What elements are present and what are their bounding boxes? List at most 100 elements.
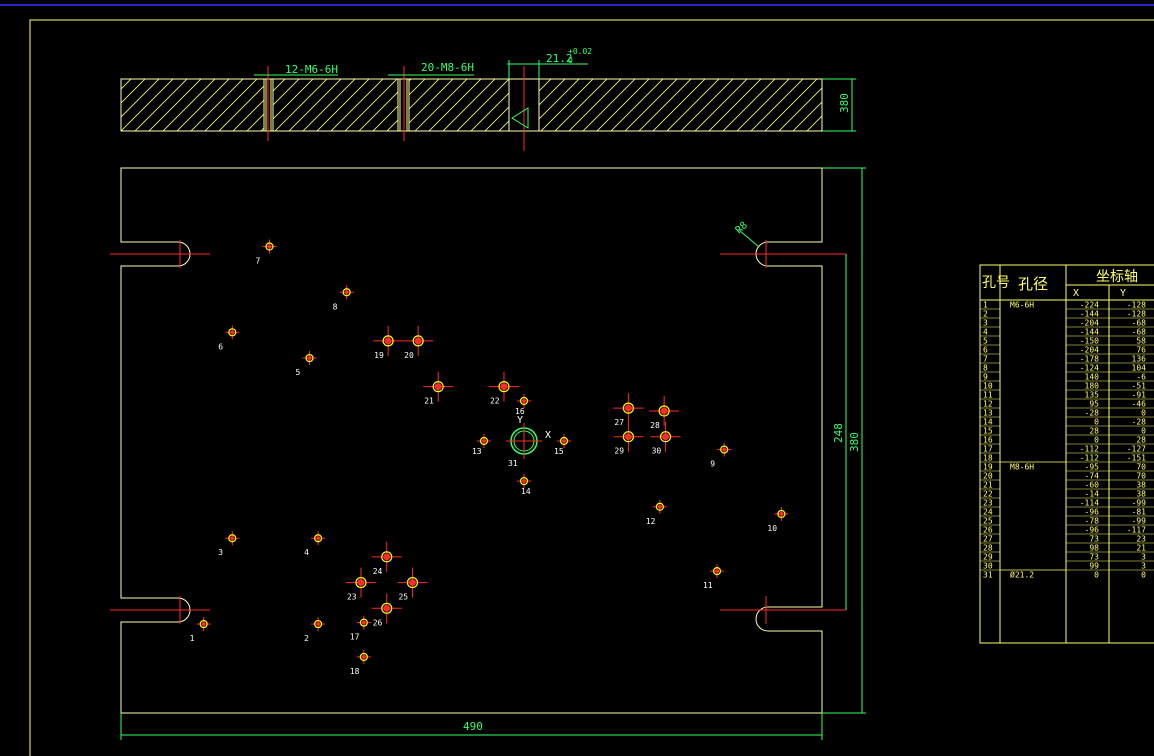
hole-label-13: 13 [472, 447, 482, 456]
table-cell-y: -6 [1136, 373, 1146, 382]
section-hatch [120, 78, 823, 132]
cad-drawing: 12-M6-6H 20-M8-6H 21.2 +0.02 0 380 R8 3 8… [0, 4, 1154, 756]
hole-label-31: 31 [508, 459, 518, 468]
hole-7-center [267, 244, 272, 249]
hole-27-center [624, 404, 632, 412]
table-cell-no: 4 [983, 328, 988, 337]
table-cell-x: 95 [1089, 400, 1099, 409]
hole-label-7: 7 [255, 257, 260, 266]
hole-label-25: 25 [398, 593, 408, 602]
section-view: 12-M6-6H 20-M8-6H 21.2 +0.02 0 380 [120, 47, 856, 151]
table-header-x: X [1073, 288, 1079, 299]
table-cell-y: -151 [1127, 454, 1146, 463]
table-cell-y: -68 [1132, 319, 1147, 328]
table-cell-y: -117 [1127, 526, 1146, 535]
hole-label-3: 3 [218, 548, 223, 557]
table-cell-no: 25 [983, 517, 993, 526]
table-cell-x: -112 [1080, 454, 1099, 463]
hole-label-21: 21 [424, 397, 434, 406]
hole-label-14: 14 [521, 487, 531, 496]
thread-label-1: 12-M6-6H [285, 63, 338, 76]
hole-22: 22 [488, 371, 519, 406]
hole-17-center [361, 620, 366, 625]
hole-19-center [384, 337, 392, 345]
hole-4-center [316, 536, 321, 541]
table-cell-no: 10 [983, 382, 993, 391]
table-cell-y: 70 [1136, 463, 1146, 472]
table-cell-no: 23 [983, 499, 993, 508]
hole-5: 5 [296, 351, 317, 377]
table-cell-x: -204 [1080, 346, 1099, 355]
table-cell-x: 180 [1085, 382, 1100, 391]
table-cell-no: 11 [983, 391, 993, 400]
table-cell-x: -144 [1080, 310, 1099, 319]
table-cell-x: 0 [1094, 436, 1099, 445]
hole-30-center [662, 433, 670, 441]
table-cell-y: 23 [1136, 535, 1146, 544]
hole-20-center [414, 337, 422, 345]
hole-label-4: 4 [304, 548, 309, 557]
table-cell-no: 5 [983, 337, 988, 346]
table-cell-no: 9 [983, 373, 988, 382]
table-cell-x: -224 [1080, 301, 1099, 310]
table-cell-no: 8 [983, 364, 988, 373]
table-cell-y: -91 [1132, 391, 1147, 400]
hole-label-15: 15 [554, 447, 564, 456]
table-cell-no: 3 [983, 319, 988, 328]
hole-label-24: 24 [373, 567, 383, 576]
thread-label-2: 20-M8-6H [421, 61, 474, 74]
table-cell-x: -28 [1085, 409, 1100, 418]
hole-label-1: 1 [190, 634, 195, 643]
table-cell-x: -204 [1080, 319, 1099, 328]
hole-label-29: 29 [614, 447, 624, 456]
table-cell-no: 20 [983, 472, 993, 481]
hole-label-11: 11 [703, 581, 713, 590]
table-cell-x: 135 [1085, 391, 1100, 400]
table-cell-no: 29 [983, 553, 993, 562]
table-cell-x: 98 [1089, 544, 1099, 553]
table-cell-x: -78 [1085, 517, 1100, 526]
axis-y-label: Y [517, 415, 523, 426]
table-cell-no: 6 [983, 346, 988, 355]
hole-16: 16 [515, 393, 531, 416]
table-cell-y: -81 [1132, 508, 1147, 517]
hole-25-center [408, 579, 416, 587]
table-cell-x: -144 [1080, 328, 1099, 337]
table-group-label: M6-6H [1010, 301, 1034, 310]
table-header-coord: 坐标轴 [1096, 269, 1138, 285]
table-cell-x: -96 [1085, 526, 1100, 535]
hole-5-center [307, 356, 312, 361]
hole-28-center [660, 407, 668, 415]
table-cell-y: 104 [1132, 364, 1147, 373]
hole-3-center [230, 536, 235, 541]
bore-tolerance-low: 0 [568, 56, 573, 65]
table-cell-no: 19 [983, 463, 993, 472]
hole-layer: 1 23 45678910111213141516171819 2021 2223242… [190, 239, 789, 676]
table-cell-x: -96 [1085, 508, 1100, 517]
hole-22-center [500, 383, 508, 391]
width-dim-label: 490 [463, 720, 483, 733]
hole-13-center [481, 439, 486, 443]
table-cell-x: -60 [1085, 481, 1100, 490]
table-cell-x: -112 [1080, 445, 1099, 454]
hole-15: 15 [554, 434, 572, 456]
hole-label-9: 9 [710, 460, 715, 469]
hole-label-30: 30 [652, 447, 662, 456]
hole-label-17: 17 [350, 633, 360, 642]
plan-view: R8 380 248 490 X Y 1 23 456789101112131415… [110, 167, 866, 740]
hole-label-18: 18 [350, 667, 360, 676]
table-cell-x: 73 [1089, 553, 1099, 562]
table-cell-x: 99 [1089, 562, 1099, 571]
hole-25: 25 [397, 567, 428, 602]
hole-8: 8 [333, 285, 354, 311]
table-cell-x: -74 [1085, 472, 1100, 481]
table-cell-no: 27 [983, 535, 993, 544]
radius-label: R8 [734, 220, 750, 236]
table-cell-y: -99 [1132, 499, 1147, 508]
table-group-label: M8-6H [1010, 463, 1034, 472]
table-cell-y: 3 [1141, 553, 1146, 562]
hole-label-28: 28 [650, 421, 660, 430]
hole-14-center [522, 479, 526, 484]
table-cell-no: 16 [983, 436, 993, 445]
table-cell-y: 136 [1132, 355, 1147, 364]
